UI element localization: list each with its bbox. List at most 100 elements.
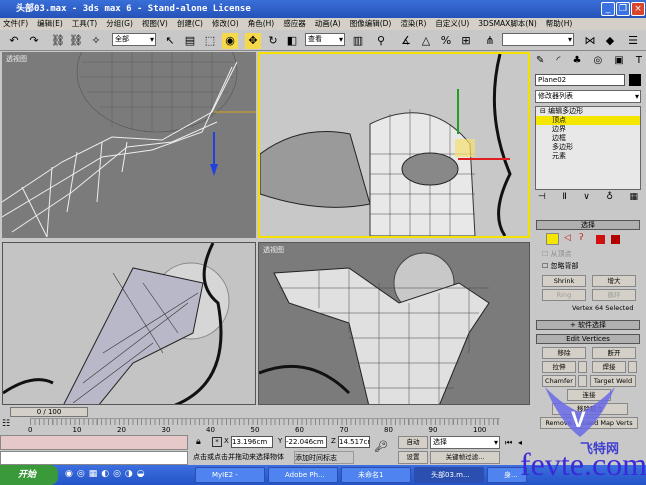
bind-space-warp-icon[interactable]: ✧ <box>88 33 104 49</box>
loop-button[interactable]: 循环 <box>592 289 636 301</box>
start-button[interactable]: 开始 <box>0 465 58 485</box>
stack-item-polygon[interactable]: 多边形 <box>536 143 640 152</box>
add-time-tag[interactable]: 添加时间标志 <box>294 451 354 464</box>
utilities-tab-icon[interactable]: T <box>636 55 642 71</box>
menu-item[interactable]: 分组(G) <box>106 18 133 30</box>
create-tab-icon[interactable]: ✎ <box>536 55 544 71</box>
remove-modifier-icon[interactable]: ♁ <box>606 192 613 202</box>
rotate-icon[interactable]: ↻ <box>265 33 281 49</box>
x-coordinate-field[interactable]: 13.196cm <box>231 436 273 448</box>
set-key-icon[interactable]: 🔑︎ <box>374 440 388 453</box>
vertex-mode-icon[interactable] <box>546 233 559 245</box>
unlink-icon[interactable]: ⛓ <box>68 33 84 49</box>
auto-key-button[interactable]: 自动 <box>398 436 428 449</box>
stack-root[interactable]: ⊟ 编辑多边形 <box>536 107 640 116</box>
remove-button[interactable]: 移除 <box>542 347 586 359</box>
z-coordinate-field[interactable]: 14.517cm <box>338 436 370 448</box>
mirror-icon[interactable]: ⋈ <box>582 33 598 49</box>
menu-item[interactable]: 渲染(R) <box>400 18 426 30</box>
extrude-settings-button[interactable] <box>578 361 587 373</box>
select-object-icon[interactable]: ↖ <box>162 33 178 49</box>
edit-vertices-rollout-header[interactable]: Edit Vertices <box>536 334 640 344</box>
task-untitled[interactable]: 未命名1 <box>341 467 411 483</box>
configure-sets-icon[interactable]: ▦ <box>629 192 638 202</box>
hierarchy-tab-icon[interactable]: ♣ <box>572 55 581 71</box>
menu-item[interactable]: 编辑(E) <box>37 18 63 30</box>
set-key-button[interactable]: 设置 <box>398 451 428 464</box>
shrink-button[interactable]: Shrink <box>542 275 586 287</box>
menu-item[interactable]: 自定义(U) <box>435 18 469 30</box>
undo-icon[interactable]: ↶ <box>6 33 22 49</box>
stack-item-vertex[interactable]: 顶点 <box>536 116 640 125</box>
selection-filter-dropdown[interactable]: 全部 <box>112 33 156 46</box>
restore-button[interactable]: ❐ <box>616 2 630 16</box>
polygon-mode-icon[interactable] <box>596 235 605 244</box>
select-by-name-icon[interactable]: ▤ <box>182 33 198 49</box>
motion-tab-icon[interactable]: ◎ <box>594 55 603 71</box>
stack-item-edge[interactable]: 边框 <box>536 134 640 143</box>
lock-selection-icon[interactable]: 🔒︎ <box>196 437 201 447</box>
task-photoshop[interactable]: Adobe Ph... <box>268 467 338 483</box>
rectangle-selection-icon[interactable]: ⬚ <box>202 33 218 49</box>
menu-item[interactable]: 创建(C) <box>177 18 203 30</box>
viewport-perspective-bottom-right[interactable]: 透视图 <box>258 242 530 405</box>
y-coordinate-field[interactable]: -22.046cm <box>285 436 327 448</box>
stack-item-element[interactable]: 元素 <box>536 152 640 161</box>
menu-item[interactable]: 图像编辑(D) <box>350 18 392 30</box>
absolute-mode-icon[interactable]: * <box>212 437 222 447</box>
named-selection-dropdown[interactable] <box>502 33 574 46</box>
element-mode-icon[interactable] <box>611 235 620 244</box>
minimize-button[interactable]: _ <box>601 2 615 16</box>
object-color-swatch[interactable] <box>629 74 641 86</box>
move-icon[interactable]: ✥ <box>245 33 261 49</box>
object-name-field[interactable]: Plane02 <box>535 74 625 86</box>
edge-mode-icon[interactable]: ◁ <box>564 233 571 243</box>
time-slider[interactable]: 0 / 100 <box>10 407 88 417</box>
angle-snap-icon[interactable]: ∡ <box>398 33 414 49</box>
menu-item[interactable]: 3DSMAX脚本(N) <box>478 18 537 30</box>
key-filters-button[interactable]: 关键帧过滤... <box>430 451 500 464</box>
display-tab-icon[interactable]: ▣ <box>614 55 623 71</box>
window-crossing-icon[interactable]: ◉ <box>222 33 238 49</box>
task-myie2[interactable]: MyIE2 - <box>195 467 265 483</box>
layer-manager-icon[interactable]: ☰ <box>625 33 641 49</box>
redo-icon[interactable]: ↷ <box>26 33 42 49</box>
stack-item-border[interactable]: 边界 <box>536 125 640 134</box>
track-view-icon[interactable]: ☷ <box>2 419 10 429</box>
menu-item[interactable]: 感应器 <box>283 18 306 30</box>
break-button[interactable]: 断开 <box>592 347 636 359</box>
ignore-backfacing-checkbox[interactable]: ☐ 忽略背部 <box>542 261 579 271</box>
modifier-stack[interactable]: ⊟ 编辑多边形 顶点 边界 边框 多边形 元素 <box>535 106 641 190</box>
modify-tab-icon[interactable]: ◜ <box>556 55 560 71</box>
menu-item[interactable]: 修改(O) <box>212 18 239 30</box>
weld-settings-button[interactable] <box>628 361 637 373</box>
select-manipulate-icon[interactable]: ⚲ <box>373 33 389 49</box>
percent-snap-icon[interactable]: △ <box>418 33 434 49</box>
modifier-list-dropdown[interactable]: 修改器列表 <box>535 90 641 103</box>
menu-item[interactable]: 工具(T) <box>72 18 97 30</box>
edit-named-selection-icon[interactable]: ⋔ <box>482 33 498 49</box>
named-selection-icon[interactable]: ⊞ <box>458 33 474 49</box>
menu-item[interactable]: 帮助(H) <box>546 18 573 30</box>
by-vertex-checkbox[interactable]: ☐ 从顶点 <box>542 249 572 259</box>
menu-item[interactable]: 动画(A) <box>315 18 341 30</box>
task-3dsmax[interactable]: 头部03.m... <box>414 467 484 483</box>
make-unique-icon[interactable]: ∨ <box>583 192 590 202</box>
key-mode-dropdown[interactable]: 选择 <box>430 436 500 449</box>
show-end-result-icon[interactable]: Ⅱ <box>562 192 566 202</box>
soft-selection-rollout-header[interactable]: + 软件选择 <box>536 320 640 330</box>
extrude-button[interactable]: 拉伸 <box>542 361 576 373</box>
link-icon[interactable]: ⛓ <box>50 33 66 49</box>
reference-coordinate-dropdown[interactable]: 查看 <box>305 33 345 46</box>
maxscript-output[interactable] <box>0 451 188 465</box>
ring-button[interactable]: Ring <box>542 289 586 301</box>
viewport-left[interactable] <box>2 242 256 405</box>
align-icon[interactable]: ◆ <box>602 33 618 49</box>
menu-item[interactable]: 视图(V) <box>142 18 168 30</box>
viewport-front-active[interactable] <box>258 52 530 238</box>
maxscript-listener[interactable] <box>0 435 188 450</box>
pivot-icon[interactable]: ▥ <box>350 33 366 49</box>
menu-item[interactable]: 角色(H) <box>248 18 275 30</box>
spinner-snap-icon[interactable]: % <box>438 33 454 49</box>
viewport-perspective-top-left[interactable]: 透视图 <box>2 52 256 238</box>
